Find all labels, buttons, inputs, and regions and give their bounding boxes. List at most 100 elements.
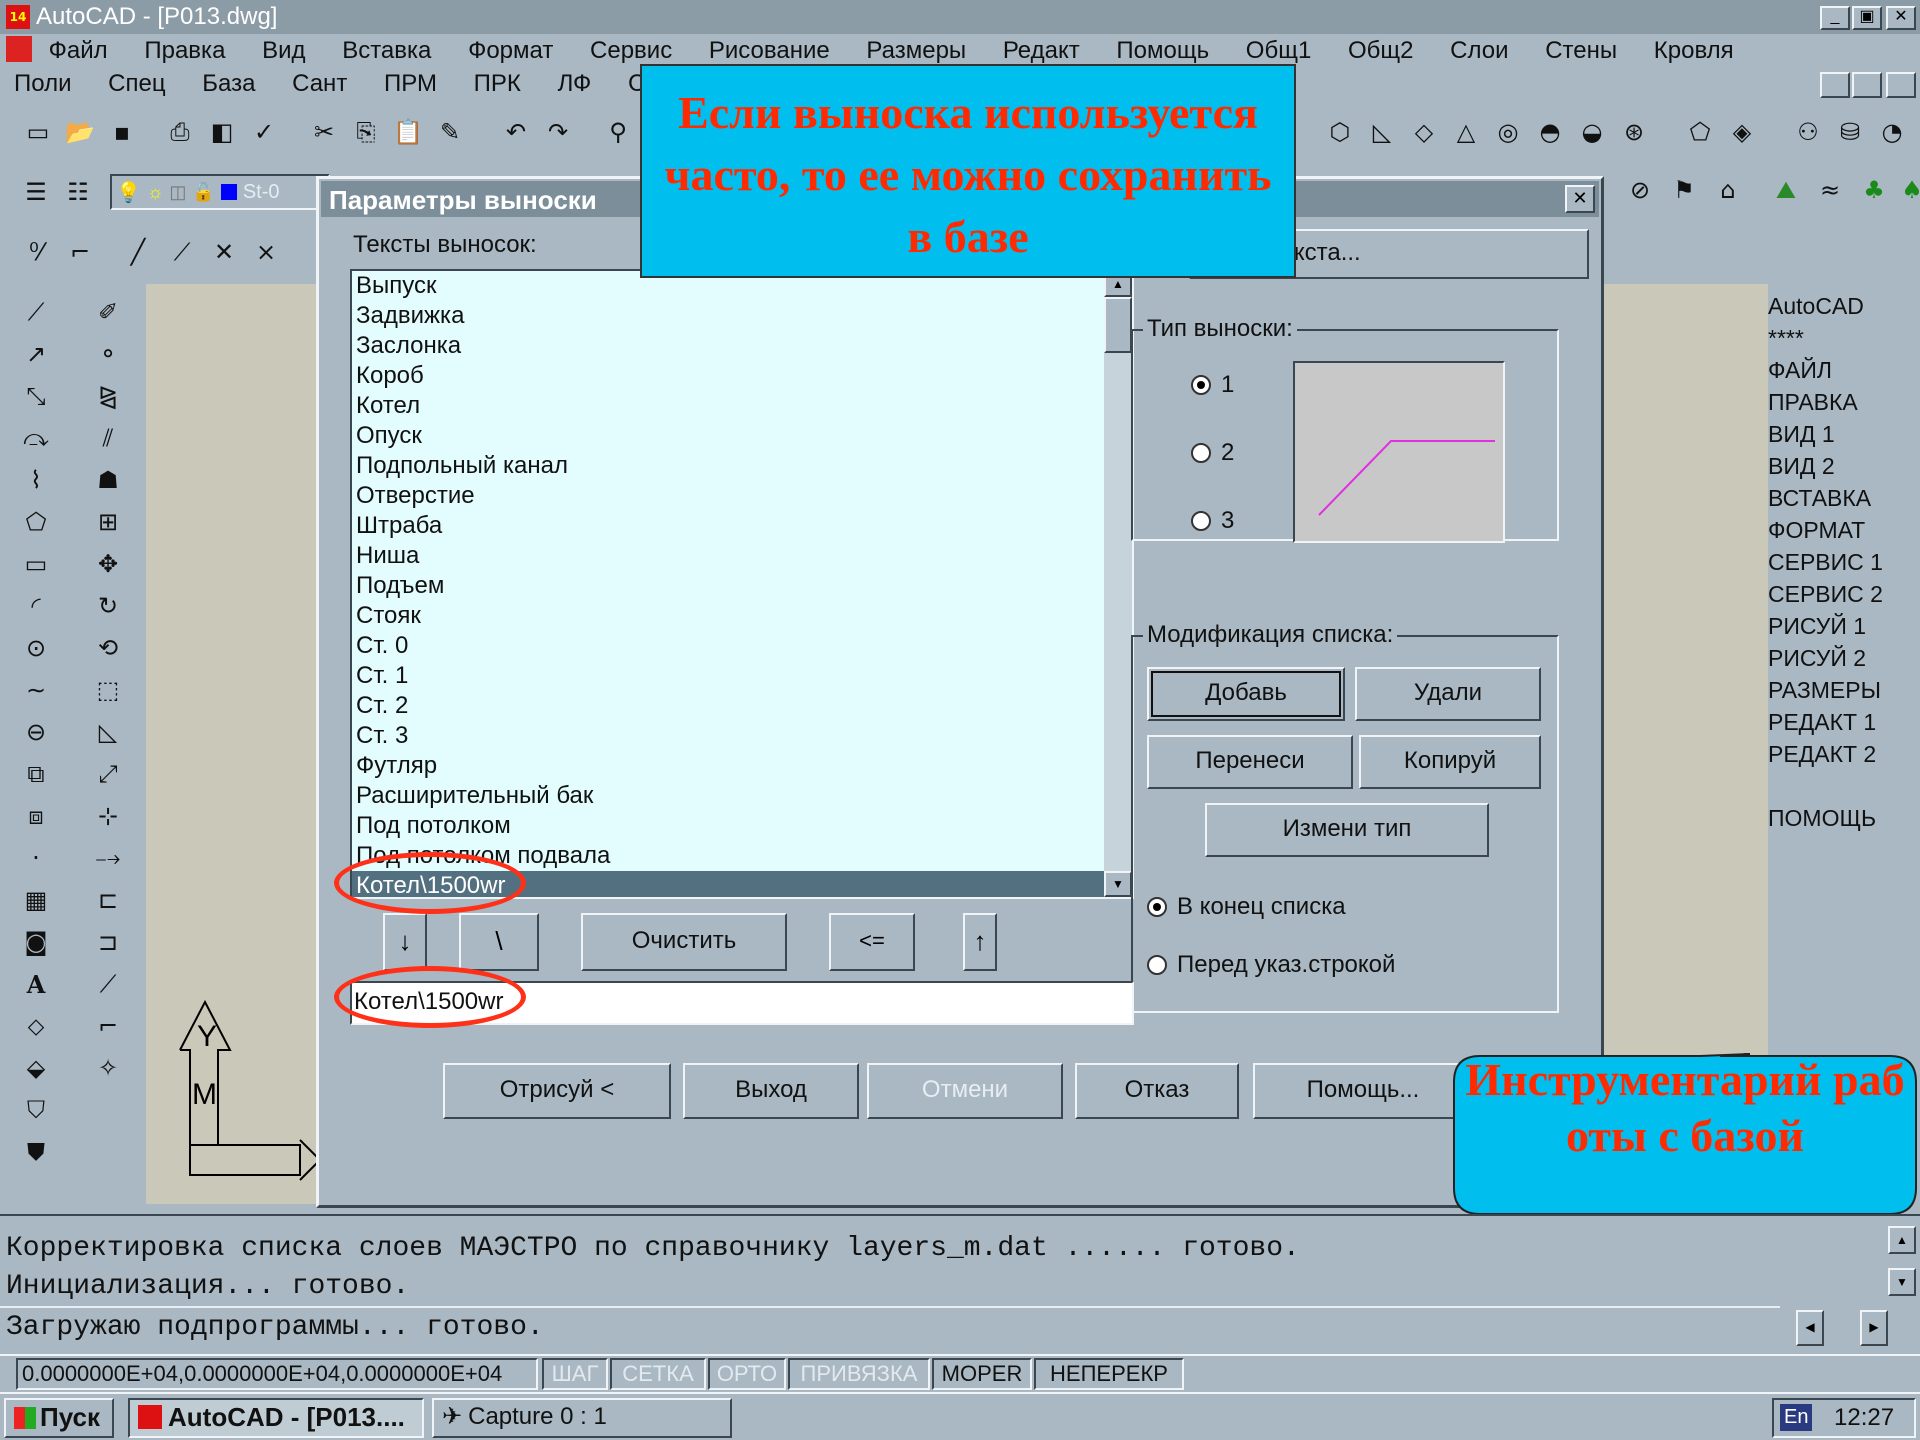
cmd-scroll-up-icon[interactable]: ▲ <box>1888 1226 1916 1254</box>
text-icon[interactable]: A <box>16 964 56 1004</box>
screen-menu-insert[interactable]: ВСТАВКА <box>1768 482 1920 514</box>
screen-menu-service2[interactable]: СЕРВИС 2 <box>1768 578 1920 610</box>
menu-spec[interactable]: Спец <box>108 70 165 98</box>
3d-wedge-icon[interactable]: ◺ <box>1362 112 1402 152</box>
list-item[interactable]: Под потолком <box>352 811 1104 841</box>
fillet-icon[interactable]: ⌐ <box>88 1006 128 1046</box>
cut-icon[interactable]: ✂ <box>304 112 344 152</box>
menu-common2[interactable]: Общ2 <box>1348 37 1414 65</box>
lengthen-icon[interactable]: ◺ <box>88 712 128 752</box>
tracking-icon[interactable]: ⚲ <box>598 112 638 152</box>
list-item[interactable]: Стояк <box>352 601 1104 631</box>
move-icon[interactable]: ✥ <box>88 544 128 584</box>
list-item[interactable]: Задвижка <box>352 301 1104 331</box>
3d-dome-icon[interactable]: ◓ <box>1530 112 1570 152</box>
menu-modify[interactable]: Редакт <box>1003 37 1080 65</box>
add-button[interactable]: Добавь <box>1147 667 1345 721</box>
3d-torus-icon[interactable]: ⊛ <box>1614 112 1654 152</box>
menu-help[interactable]: Помощь <box>1116 37 1209 65</box>
snap-perp-icon[interactable]: ⟋ <box>162 232 202 272</box>
list-item[interactable]: Заслонка <box>352 331 1104 361</box>
rotate-icon[interactable]: ↻ <box>88 586 128 626</box>
menu-walls[interactable]: Стены <box>1545 37 1617 65</box>
minimize-button[interactable]: _ <box>1820 6 1850 30</box>
menu-format[interactable]: Формат <box>468 37 553 65</box>
redo-icon[interactable]: ↷ <box>538 112 578 152</box>
3d-cone-icon[interactable]: △ <box>1446 112 1486 152</box>
break3-icon[interactable]: ⊐ <box>88 922 128 962</box>
3d-box-icon[interactable]: ⬡ <box>1320 112 1360 152</box>
snap-toggle[interactable]: ШАГ <box>542 1358 608 1390</box>
offset-icon[interactable]: ⫽ <box>88 418 128 458</box>
cmd-scroll-left-icon[interactable]: ◀ <box>1796 1310 1824 1346</box>
cmd-scroll-right-icon[interactable]: ▶ <box>1860 1310 1888 1346</box>
make-block-icon[interactable]: ⧈ <box>16 796 56 836</box>
ortho-toggle[interactable]: ОРТО <box>708 1358 786 1390</box>
snap-intersection-icon[interactable]: ✕ <box>204 232 244 272</box>
list-item[interactable]: Короб <box>352 361 1104 391</box>
leader-text-listbox[interactable]: Выпуск Задвижка Заслонка Короб Котел Опуск Под… <box>350 269 1134 899</box>
copy-icon[interactable]: ⎘ <box>346 112 386 152</box>
list-item[interactable]: Штраба <box>352 511 1104 541</box>
dialog-close-button[interactable]: ✕ <box>1565 185 1595 213</box>
taskbar-capture[interactable]: ✈ Capture 0 : 1 <box>432 1398 732 1438</box>
trim-icon[interactable]: ⤢ <box>88 754 128 794</box>
stretch-icon[interactable]: ⬚ <box>88 670 128 710</box>
break-icon[interactable]: ⤍ <box>88 838 128 878</box>
print-icon[interactable]: ⎙ <box>160 112 200 152</box>
leader-type-1-radio[interactable]: 1 <box>1191 371 1234 399</box>
draw-button[interactable]: Отрисуй < <box>443 1063 671 1119</box>
taskbar-autocad[interactable]: AutoCAD - [P013.... <box>128 1398 424 1438</box>
screen-menu-file[interactable]: ФАЙЛ <box>1768 354 1920 386</box>
down-arrow-button[interactable]: ↓ <box>383 913 427 971</box>
help-button[interactable]: Помощь... <box>1253 1063 1473 1119</box>
list-item[interactable]: Ст. 2 <box>352 691 1104 721</box>
moper-toggle[interactable]: MOPER <box>932 1358 1032 1390</box>
line-icon[interactable]: ⟋ <box>16 292 56 332</box>
undo-button[interactable]: Отмени <box>867 1063 1063 1119</box>
back-arrow-button[interactable]: <= <box>829 913 915 971</box>
doc-restore-button[interactable] <box>1852 72 1882 98</box>
list-item[interactable]: Ст. 0 <box>352 631 1104 661</box>
menu-draw[interactable]: Рисование <box>709 37 830 65</box>
start-button[interactable]: Пуск <box>4 1398 114 1438</box>
xline-icon[interactable]: ⤡ <box>16 376 56 416</box>
snap-endpoint-icon[interactable]: ⌐ <box>60 232 100 272</box>
menu-layers[interactable]: Слои <box>1450 37 1508 65</box>
screen-menu-draw1[interactable]: РИСУЙ 1 <box>1768 610 1920 642</box>
list-scrollbar[interactable]: ▲ ▼ <box>1104 271 1132 897</box>
list-item[interactable]: Подъем <box>352 571 1104 601</box>
point-icon[interactable]: · <box>16 838 56 878</box>
backslash-button[interactable]: \ <box>459 913 539 971</box>
delete-button[interactable]: Удали <box>1355 667 1541 721</box>
break2-icon[interactable]: ⊏ <box>88 880 128 920</box>
scroll-thumb[interactable] <box>1104 297 1132 353</box>
menu-common1[interactable]: Общ1 <box>1246 37 1312 65</box>
tag-icon[interactable]: ⬦ <box>16 1006 56 1046</box>
move-button[interactable]: Перенеси <box>1147 735 1353 789</box>
doc-minimize-button[interactable] <box>1820 72 1850 98</box>
noperekr-toggle[interactable]: НЕПЕРЕКР <box>1034 1358 1184 1390</box>
up-arrow-button[interactable]: ↑ <box>963 913 997 971</box>
ellipse-icon[interactable]: ⊖ <box>16 712 56 752</box>
region-icon[interactable]: ◙ <box>16 922 56 962</box>
command-prompt[interactable]: Загружаю подпрограммы... готово. <box>0 1306 1780 1348</box>
3d-dish-icon[interactable]: ◒ <box>1572 112 1612 152</box>
screen-menu-modify2[interactable]: РЕДАКТ 2 <box>1768 738 1920 770</box>
menu-edit[interactable]: Правка <box>144 37 225 65</box>
snap-apparent-icon[interactable]: ⨯ <box>246 232 286 272</box>
osnap-toggle[interactable]: ПРИВЯЗКА <box>788 1358 930 1390</box>
erase-icon[interactable]: ✐ <box>88 292 128 332</box>
save-icon[interactable]: ▪ <box>102 112 142 152</box>
open-file-icon[interactable]: 📂 <box>60 112 100 152</box>
drawing-area-right[interactable] <box>1604 284 1768 1064</box>
cmd-scroll-down-icon[interactable]: ▼ <box>1888 1268 1916 1296</box>
mirror-icon[interactable]: ⧎ <box>88 376 128 416</box>
menu-sant[interactable]: Сант <box>292 70 347 98</box>
list-item[interactable]: Опуск <box>352 421 1104 451</box>
tree-icon[interactable]: ♣ <box>1854 170 1894 210</box>
hatch-icon[interactable]: ▦ <box>16 880 56 920</box>
3d-sphere-icon[interactable]: ◎ <box>1488 112 1528 152</box>
list-item[interactable]: Ст. 1 <box>352 661 1104 691</box>
screen-menu-help[interactable]: ПОМОЩЬ <box>1768 802 1920 834</box>
